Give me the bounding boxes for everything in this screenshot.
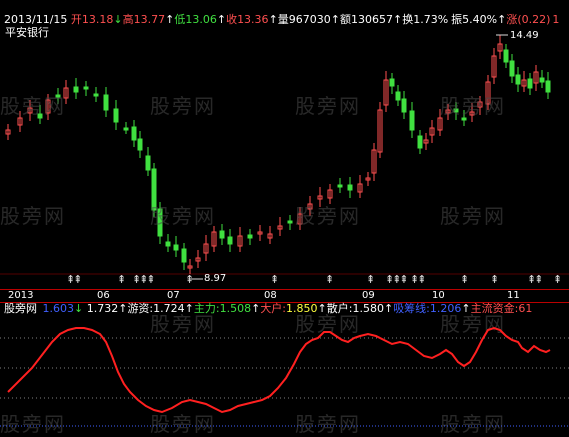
candle-body — [137, 138, 143, 151]
indicator-chart[interactable] — [0, 300, 569, 432]
open-value: 13.18 — [81, 13, 114, 26]
signal-arrow-icon: ⇞ — [117, 273, 126, 286]
signal-arrow-icon: ⇞⇞ — [527, 273, 544, 286]
volume-value: 967030 — [288, 13, 331, 26]
candle-body — [503, 49, 509, 63]
amplitude-value: 5.40% — [462, 13, 498, 26]
quote-header: 2013/11/15 开13.18↓高13.77↑低13.06↑收13.36↑量… — [4, 13, 559, 27]
signal-arrow-icon: ⇞ — [270, 273, 279, 286]
amount-value: 130657 — [351, 13, 393, 26]
stock-name: 平安银行 — [5, 26, 49, 39]
signal-arrow-icon: ⇞ — [366, 273, 375, 286]
up-arrow-icon: ↑ — [216, 13, 227, 26]
candle-body — [131, 126, 137, 141]
signal-arrow-icon: ⇞ — [325, 273, 334, 286]
candle-body — [539, 77, 545, 83]
candle-body — [395, 91, 401, 101]
candle-body — [401, 98, 407, 113]
signal-arrow-icon: ⇞⇞ — [410, 273, 427, 286]
close-label: 收 — [226, 13, 238, 26]
watermark: 股旁网 — [0, 94, 66, 118]
signal-arrows: ⇞⇞ ⇞ ⇞⇞⇞ ⇞ ⇞ ⇞ ⇞ ⇞⇞⇞ ⇞⇞ ⇞ ⇞ ⇞⇞ ⇞ — [0, 274, 569, 288]
amount-label: 额 — [340, 13, 351, 26]
candle-body — [83, 86, 89, 90]
watermark: 股旁网 — [150, 94, 216, 118]
candle-body — [389, 78, 395, 87]
volume-label: 量 — [277, 13, 289, 26]
watermark: 股旁网 — [440, 204, 506, 228]
signal-arrow-icon: ⇞ — [185, 273, 194, 286]
candle-body — [173, 244, 179, 251]
turnover-label: 换 — [402, 13, 414, 26]
watermark: 股旁网 — [150, 204, 216, 228]
watermark: 股旁网 — [0, 204, 66, 228]
candles-group — [5, 35, 551, 274]
turnover-value: 1.73% — [413, 13, 449, 26]
candle-body — [103, 94, 109, 111]
signal-arrow-icon: ⇞⇞ — [66, 273, 83, 286]
candle-body — [181, 248, 187, 263]
candle-body — [227, 236, 233, 245]
candle-body — [219, 230, 225, 239]
change-tail: 1 — [552, 13, 560, 26]
candle-body — [93, 93, 99, 97]
signal-arrow-icon: ⇞⇞⇞ — [132, 273, 156, 286]
signal-arrow-icon: ⇞ — [490, 273, 499, 286]
amplitude-label: 振 — [451, 13, 463, 26]
signal-arrow-icon: ⇞ — [460, 273, 469, 286]
close-value: 13.36 — [237, 13, 269, 26]
open-label: 开 — [70, 13, 82, 26]
watermark: 股旁网 — [440, 94, 506, 118]
candle-body — [337, 184, 343, 188]
candle-body — [527, 78, 533, 89]
candle-body — [347, 184, 353, 191]
signal-arrow-icon: ⇞ — [553, 273, 562, 286]
date-label: 2013/11/15 — [4, 13, 68, 26]
up-arrow-icon: ↑ — [497, 13, 507, 26]
down-arrow-icon: ↓ — [113, 13, 123, 26]
up-arrow-icon: ↑ — [268, 13, 278, 26]
low-label: 低 — [174, 13, 186, 26]
candle-body — [409, 110, 415, 131]
watermark: 股旁网 — [295, 204, 361, 228]
candle-body — [545, 80, 551, 93]
high-value: 13.77 — [133, 13, 166, 26]
max-price-label: 14.49 — [510, 30, 539, 41]
candle-body — [123, 127, 129, 131]
change-value: (0.22) — [517, 13, 551, 26]
up-arrow-icon: ↑ — [165, 13, 175, 26]
candle-body — [247, 234, 253, 239]
candle-body — [73, 86, 79, 93]
candle-body — [509, 60, 515, 77]
candle-body — [165, 241, 171, 247]
candlestick-chart[interactable] — [0, 0, 569, 290]
candle-body — [515, 74, 521, 85]
watermark: 股旁网 — [295, 94, 361, 118]
candle-body — [145, 155, 151, 171]
up-arrow-icon: ↑ — [393, 13, 403, 26]
high-label: 高 — [122, 13, 134, 26]
low-value: 13.06 — [185, 13, 217, 26]
change-label: 涨 — [506, 13, 518, 26]
indicator-line — [7, 326, 551, 414]
signal-arrow-icon: ⇞⇞⇞ — [385, 273, 409, 286]
candle-body — [113, 108, 119, 123]
candle-body — [417, 135, 423, 149]
candle-body — [287, 220, 293, 224]
up-arrow-icon: ↑ — [330, 13, 340, 26]
